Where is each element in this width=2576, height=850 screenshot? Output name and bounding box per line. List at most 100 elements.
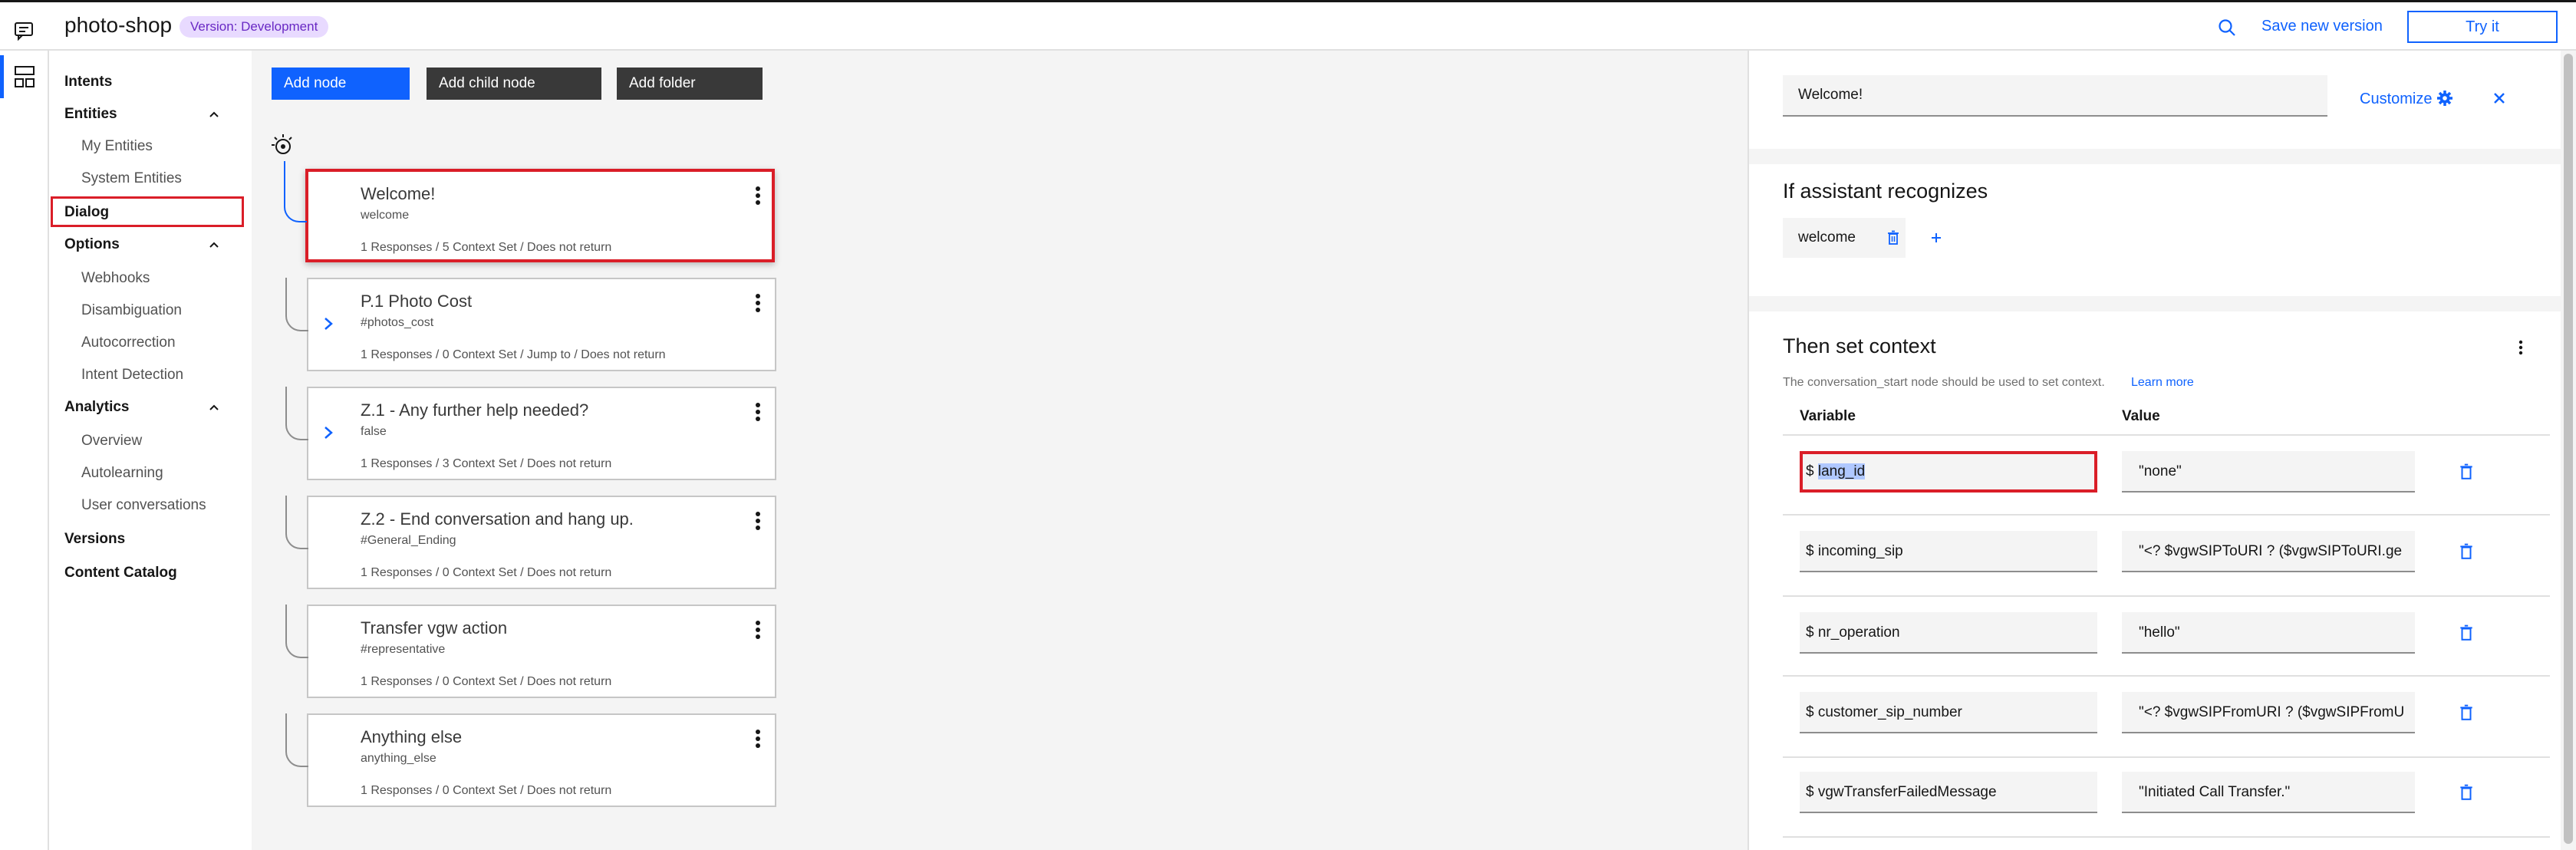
context-heading: Then set context (1783, 334, 1936, 357)
variable-name: vgwTransferFailedMessage (1817, 784, 1997, 800)
node-summary: 1 Responses / 0 Context Set / Does not r… (361, 566, 612, 579)
add-folder-button[interactable]: Add folder (617, 68, 763, 100)
nav-analytics[interactable]: Analytics (64, 399, 129, 416)
nav-user-conversations[interactable]: User conversations (81, 497, 206, 514)
dollar-prefix: $ (1806, 784, 1814, 800)
add-node-button[interactable]: Add node (272, 68, 410, 100)
chat-icon[interactable] (0, 15, 49, 46)
nav-entities[interactable]: Entities (64, 106, 117, 123)
node-summary: 1 Responses / 3 Context Set / Does not r… (361, 457, 612, 470)
trash-icon[interactable] (2459, 463, 2473, 480)
nav-autocorrection[interactable]: Autocorrection (81, 334, 176, 351)
context-variable-input[interactable]: $ nr_operation (1800, 612, 2097, 654)
nav-webhooks[interactable]: Webhooks (81, 270, 150, 287)
node-summary: 1 Responses / 5 Context Set / Does not r… (361, 241, 612, 254)
learn-more-link[interactable]: Learn more (2131, 376, 2194, 390)
node-summary: 1 Responses / 0 Context Set / Does not r… (361, 675, 612, 688)
node-summary: 1 Responses / 0 Context Set / Jump to / … (361, 348, 666, 361)
rail-active-indicator (0, 55, 4, 98)
tree-connector (285, 278, 308, 331)
nav-options[interactable]: Options (64, 236, 120, 253)
trash-icon[interactable] (1887, 230, 1899, 245)
trash-icon[interactable] (2459, 784, 2473, 801)
nav-content-catalog[interactable]: Content Catalog (64, 565, 177, 581)
app-title: photo-shop (64, 13, 173, 37)
tree-connector (285, 387, 308, 440)
customize-link[interactable]: Customize (2360, 91, 2432, 108)
row-divider (1783, 836, 2550, 838)
context-value-input[interactable]: "<? $vgwSIPFromURI ? ($vgwSIPFromU (2122, 692, 2415, 733)
node-condition: #photos_cost (361, 316, 434, 329)
context-value-input[interactable]: "Initiated Call Transfer." (2122, 772, 2415, 813)
try-it-button[interactable]: Try it (2407, 11, 2558, 43)
overflow-menu-icon[interactable] (753, 400, 763, 423)
context-variable-input[interactable]: $ lang_id (1800, 451, 2097, 493)
nav-autolearning[interactable]: Autolearning (81, 465, 163, 482)
condition-chip[interactable]: welcome (1783, 218, 1906, 258)
node-condition: false (361, 425, 387, 438)
chevron-up-icon[interactable] (207, 400, 221, 414)
dialog-node-anything-else[interactable]: Anything else anything_else 1 Responses … (285, 713, 776, 807)
context-variable-input[interactable]: $ vgwTransferFailedMessage (1800, 772, 2097, 813)
overflow-menu-icon[interactable] (753, 727, 763, 750)
context-value-input[interactable]: "hello" (2122, 612, 2415, 654)
dialog-canvas: Add node Add child node Add folder Welco… (252, 51, 1748, 850)
overflow-menu-icon[interactable] (753, 618, 763, 641)
rail-skills-item[interactable] (0, 55, 49, 98)
node-title: Anything else (361, 727, 463, 746)
dollar-prefix: $ (1806, 463, 1814, 479)
trash-icon[interactable] (2459, 624, 2473, 641)
add-condition-icon[interactable] (1930, 232, 1942, 244)
add-child-node-button[interactable]: Add child node (427, 68, 601, 100)
close-icon[interactable] (2493, 92, 2505, 104)
chevron-right-icon[interactable] (321, 423, 336, 442)
dialog-node-end-conversation[interactable]: Z.2 - End conversation and hang up. #Gen… (285, 496, 776, 589)
tree-connector (284, 161, 307, 222)
trash-icon[interactable] (2459, 704, 2473, 721)
context-value-input[interactable]: "<? $vgwSIPToURI ? ($vgwSIPToURI.ge (2122, 531, 2415, 572)
nav-versions[interactable]: Versions (64, 531, 125, 548)
node-condition: welcome (361, 209, 410, 222)
scrollbar-thumb[interactable] (2564, 54, 2573, 844)
chevron-right-icon[interactable] (321, 315, 336, 333)
nav-my-entities[interactable]: My Entities (81, 138, 153, 155)
tree-connector (285, 605, 308, 658)
trash-icon[interactable] (2459, 543, 2473, 560)
row-divider (1783, 434, 2550, 436)
node-title: Transfer vgw action (361, 618, 508, 638)
row-divider (1783, 675, 2550, 677)
overflow-menu-icon[interactable] (753, 292, 763, 315)
dialog-node-further-help[interactable]: Z.1 - Any further help needed? false 1 R… (285, 387, 776, 480)
node-editor-panel: Welcome! Customize If assistant recogniz… (1748, 51, 2562, 850)
panel-scrollbar[interactable] (2561, 51, 2576, 850)
dialog-node-welcome[interactable]: Welcome! welcome 1 Responses / 5 Context… (284, 161, 775, 262)
node-name-input[interactable]: Welcome! (1783, 75, 2327, 117)
node-condition: #representative (361, 643, 446, 656)
overflow-menu-icon[interactable] (753, 509, 763, 532)
search-icon[interactable] (2217, 18, 2237, 38)
dialog-node-transfer-vgw[interactable]: Transfer vgw action #representative 1 Re… (285, 605, 776, 698)
nav-intents[interactable]: Intents (64, 74, 112, 91)
nav-intent-detection[interactable]: Intent Detection (81, 367, 183, 384)
nav-disambiguation[interactable]: Disambiguation (81, 302, 182, 319)
nav-system-entities[interactable]: System Entities (81, 170, 182, 187)
chevron-up-icon[interactable] (207, 107, 221, 121)
side-nav: Intents Entities My Entities System Enti… (49, 51, 252, 850)
context-note: The conversation_start node should be us… (1783, 376, 2105, 389)
overflow-menu-icon[interactable] (753, 184, 763, 207)
overflow-menu-icon[interactable] (2518, 339, 2524, 356)
nav-dialog[interactable]: Dialog (64, 204, 109, 221)
save-new-version-button[interactable]: Save new version (2261, 18, 2383, 35)
context-variable-input[interactable]: $ customer_sip_number (1800, 692, 2097, 733)
chevron-up-icon[interactable] (207, 238, 221, 252)
variable-name: customer_sip_number (1817, 704, 1962, 720)
dialog-node-photo-cost[interactable]: P.1 Photo Cost #photos_cost 1 Responses … (285, 278, 776, 371)
tree-connector (285, 496, 308, 549)
node-title: Z.1 - Any further help needed? (361, 400, 589, 420)
context-variable-input[interactable]: $ incoming_sip (1800, 531, 2097, 572)
gear-icon[interactable] (2436, 90, 2453, 107)
nav-overview[interactable]: Overview (81, 433, 142, 450)
version-badge: Version: Development (180, 16, 329, 38)
context-value-input[interactable]: "none" (2122, 451, 2415, 493)
watson-root-icon (272, 134, 292, 154)
